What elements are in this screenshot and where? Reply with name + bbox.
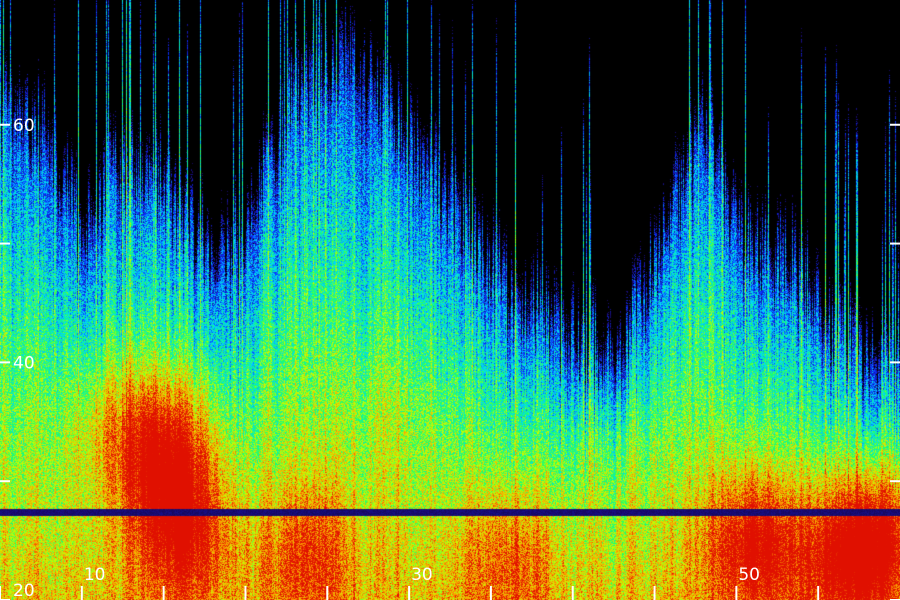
y-tick-label-20: 20 (13, 581, 35, 600)
y-tick-label-60: 60 (13, 116, 35, 136)
spectrogram-plot: 10 30 50 20 40 60 (0, 0, 900, 600)
x-tick-label-50: 50 (738, 565, 760, 585)
x-tick-label-30: 30 (411, 565, 433, 585)
x-tick-label-10: 10 (84, 565, 106, 585)
y-tick-label-40: 40 (13, 353, 35, 373)
axes-overlay: 10 30 50 20 40 60 (0, 116, 900, 600)
